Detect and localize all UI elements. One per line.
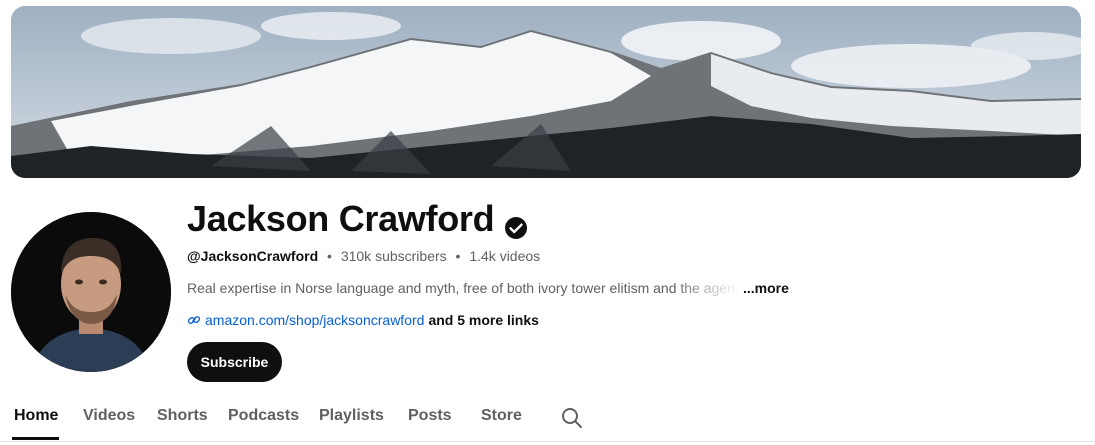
link-icon	[187, 313, 201, 327]
tab-posts[interactable]: Posts	[408, 407, 452, 425]
mountain-banner-image	[11, 6, 1081, 178]
description-text: Real expertise in Norse language and myt…	[187, 280, 739, 296]
channel-meta: @JacksonCrawford • 310k subscribers • 1.…	[187, 248, 540, 264]
channel-description[interactable]: Real expertise in Norse language and myt…	[187, 280, 789, 296]
separator-dot: •	[327, 248, 332, 264]
verified-check-icon	[504, 207, 528, 239]
subscribe-button[interactable]: Subscribe	[187, 342, 282, 382]
channel-banner	[11, 6, 1081, 178]
search-icon[interactable]	[560, 406, 584, 430]
separator-dot: •	[455, 248, 461, 264]
tab-shorts[interactable]: Shorts	[157, 407, 208, 425]
channel-avatar[interactable]	[11, 212, 171, 372]
channel-title-row: Jackson Crawford	[187, 198, 528, 240]
avatar-portrait-image	[11, 212, 171, 372]
more-button[interactable]: ...more	[743, 280, 789, 296]
tab-store[interactable]: Store	[481, 407, 522, 425]
tab-podcasts[interactable]: Podcasts	[228, 407, 299, 425]
tab-videos[interactable]: Videos	[83, 407, 135, 425]
tab-home[interactable]: Home	[14, 407, 58, 425]
channel-handle: @JacksonCrawford	[187, 248, 319, 264]
channel-tabs: Home Videos Shorts Podcasts Playlists Po…	[0, 395, 1095, 442]
tab-playlists[interactable]: Playlists	[319, 407, 384, 425]
active-tab-underline	[12, 437, 59, 440]
more-links-button[interactable]: and 5 more links	[428, 312, 538, 328]
channel-links: amazon.com/shop/jacksoncrawford and 5 mo…	[187, 312, 539, 328]
external-link[interactable]: amazon.com/shop/jacksoncrawford	[205, 312, 424, 328]
subscriber-count: 310k subscribers	[340, 248, 447, 264]
video-count: 1.4k videos	[469, 248, 541, 264]
channel-name: Jackson Crawford	[187, 198, 495, 239]
